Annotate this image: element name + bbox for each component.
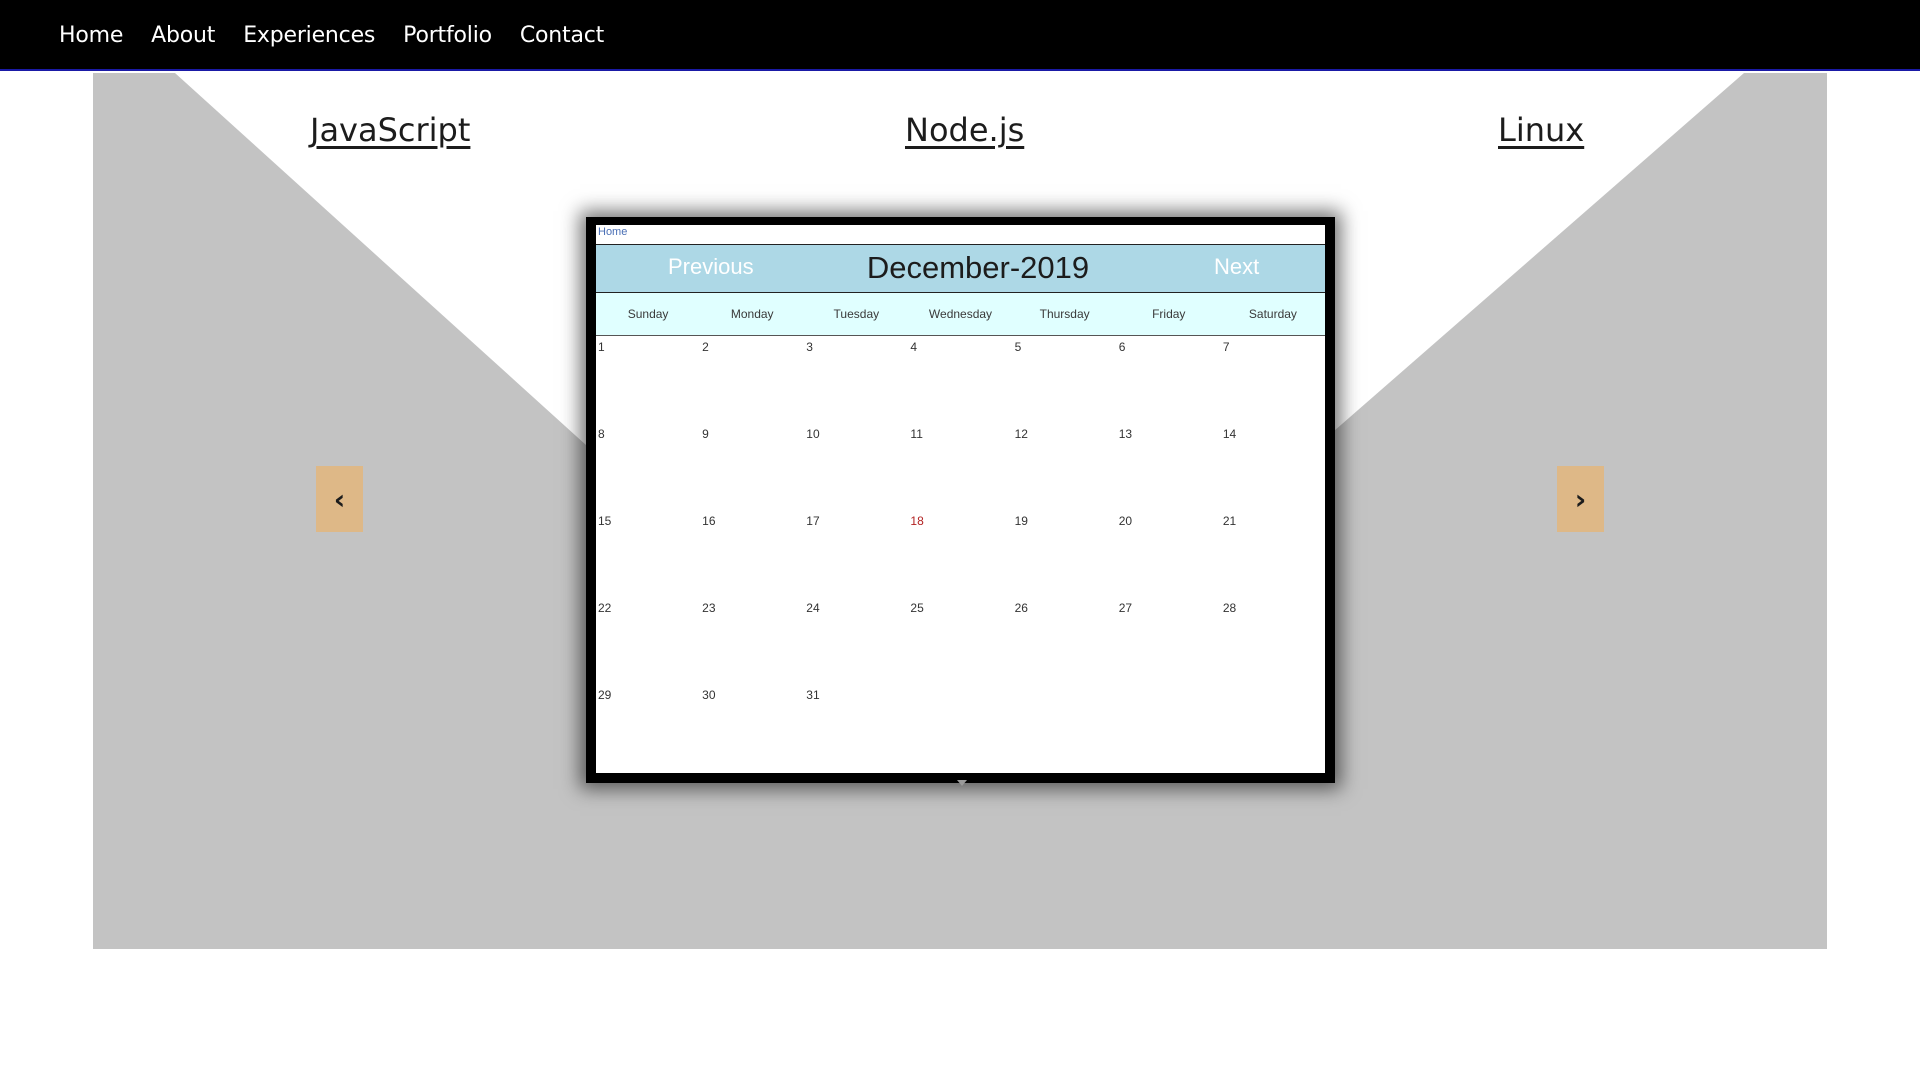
calendar-day-cell[interactable]: 28 bbox=[1221, 597, 1325, 684]
calendar-day-cell[interactable]: 8 bbox=[596, 423, 700, 510]
top-navbar: Home About Experiences Portfolio Contact bbox=[0, 0, 1920, 71]
calendar-day-cell[interactable]: 7 bbox=[1221, 336, 1325, 423]
nav-home-link[interactable]: Home bbox=[59, 23, 123, 48]
calendar-day-cell[interactable]: 10 bbox=[804, 423, 908, 510]
calendar-week-row: 29 30 31 bbox=[596, 684, 1325, 771]
calendar-weekday-bar: Sunday Monday Tuesday Wednesday Thursday… bbox=[596, 293, 1325, 336]
calendar-day-cell[interactable]: 21 bbox=[1221, 510, 1325, 597]
calendar-widget: Home December-2019 Previous Next Sunday … bbox=[596, 225, 1325, 773]
calendar-day-cell[interactable]: 29 bbox=[596, 684, 700, 771]
calendar-day-cell[interactable]: 25 bbox=[908, 597, 1012, 684]
calendar-previous-button[interactable]: Previous bbox=[668, 254, 754, 280]
calendar-day-cell bbox=[908, 684, 1012, 771]
nav-contact-link[interactable]: Contact bbox=[520, 23, 604, 48]
calendar-day-cell bbox=[1117, 684, 1221, 771]
calendar-day-cell[interactable]: 12 bbox=[1013, 423, 1117, 510]
weekday-label: Saturday bbox=[1248, 307, 1297, 321]
portfolio-carousel: JavaScript Node.js Linux ‹ › Home Decemb… bbox=[93, 73, 1827, 949]
weekday-label: Sunday bbox=[627, 307, 669, 321]
calendar-week-row: 8 9 10 11 12 13 14 bbox=[596, 423, 1325, 510]
calendar-header: December-2019 Previous Next bbox=[596, 244, 1325, 293]
calendar-day-cell[interactable]: 26 bbox=[1013, 597, 1117, 684]
calendar-day-cell[interactable]: 11 bbox=[908, 423, 1012, 510]
calendar-day-cell bbox=[1013, 684, 1117, 771]
calendar-day-cell[interactable]: 5 bbox=[1013, 336, 1117, 423]
weekday-label: Friday bbox=[1152, 307, 1186, 321]
calendar-day-cell[interactable]: 1 bbox=[596, 336, 700, 423]
weekday-label: Thursday bbox=[1039, 307, 1090, 321]
calendar-day-cell[interactable]: 14 bbox=[1221, 423, 1325, 510]
nav-experiences-link[interactable]: Experiences bbox=[243, 23, 375, 48]
calendar-day-cell[interactable]: 20 bbox=[1117, 510, 1221, 597]
chevron-right-icon: › bbox=[1574, 482, 1587, 516]
calendar-day-cell[interactable]: 27 bbox=[1117, 597, 1221, 684]
calendar-day-cell[interactable]: 23 bbox=[700, 597, 804, 684]
weekday-label: Wednesday bbox=[928, 307, 993, 321]
nav-portfolio-link[interactable]: Portfolio bbox=[403, 23, 492, 48]
calendar-week-row: 1 2 3 4 5 6 7 bbox=[596, 336, 1325, 423]
calendar-day-cell[interactable]: 31 bbox=[804, 684, 908, 771]
calendar-day-cell bbox=[1221, 684, 1325, 771]
calendar-day-cell[interactable]: 2 bbox=[700, 336, 804, 423]
topic-javascript-link[interactable]: JavaScript bbox=[310, 111, 470, 149]
calendar-day-cell[interactable]: 4 bbox=[908, 336, 1012, 423]
calendar-day-grid: 1 2 3 4 5 6 7 8 9 10 11 12 13 14 15 16 1… bbox=[596, 336, 1325, 771]
calendar-day-cell[interactable]: 9 bbox=[700, 423, 804, 510]
carousel-next-button[interactable]: › bbox=[1557, 466, 1604, 532]
calendar-day-cell-today[interactable]: 18 bbox=[908, 510, 1012, 597]
calendar-project-slide[interactable]: Home December-2019 Previous Next Sunday … bbox=[586, 217, 1335, 783]
chevron-left-icon: ‹ bbox=[333, 482, 346, 516]
calendar-week-row: 22 23 24 25 26 27 28 bbox=[596, 597, 1325, 684]
calendar-day-cell[interactable]: 22 bbox=[596, 597, 700, 684]
topic-linux-link[interactable]: Linux bbox=[1498, 111, 1584, 149]
weekday-label: Monday bbox=[730, 307, 774, 321]
nav-menu: Home About Experiences Portfolio Contact bbox=[0, 0, 1920, 71]
topic-nodejs-link[interactable]: Node.js bbox=[905, 111, 1024, 149]
calendar-home-link[interactable]: Home bbox=[598, 226, 627, 238]
calendar-day-cell[interactable]: 19 bbox=[1013, 510, 1117, 597]
weekday-label: Tuesday bbox=[833, 307, 880, 321]
calendar-day-cell[interactable]: 13 bbox=[1117, 423, 1221, 510]
slide-indicator-caret bbox=[957, 780, 967, 786]
calendar-day-cell[interactable]: 15 bbox=[596, 510, 700, 597]
calendar-next-button[interactable]: Next bbox=[1214, 254, 1259, 280]
calendar-day-cell[interactable]: 24 bbox=[804, 597, 908, 684]
nav-about-link[interactable]: About bbox=[151, 23, 215, 48]
calendar-day-cell[interactable]: 16 bbox=[700, 510, 804, 597]
carousel-prev-button[interactable]: ‹ bbox=[316, 466, 363, 532]
calendar-day-cell[interactable]: 6 bbox=[1117, 336, 1221, 423]
calendar-day-cell[interactable]: 30 bbox=[700, 684, 804, 771]
calendar-day-cell[interactable]: 17 bbox=[804, 510, 908, 597]
calendar-week-row: 15 16 17 18 19 20 21 bbox=[596, 510, 1325, 597]
calendar-day-cell[interactable]: 3 bbox=[804, 336, 908, 423]
